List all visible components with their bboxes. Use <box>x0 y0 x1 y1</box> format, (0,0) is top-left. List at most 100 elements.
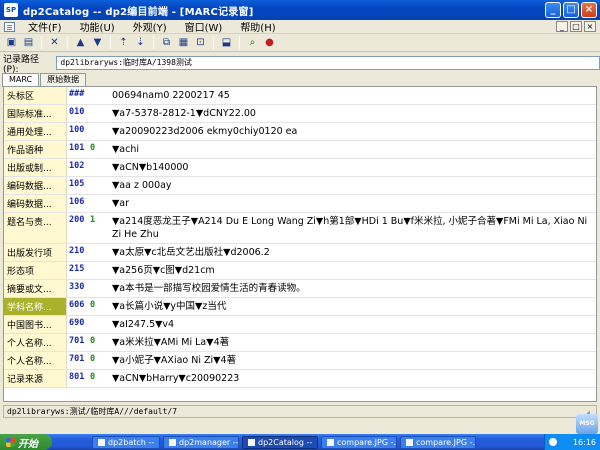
template-icon[interactable]: ▦ <box>176 36 191 50</box>
field-indicator[interactable] <box>89 195 108 212</box>
marc-field-row[interactable]: 头标区 ### 00694nam0 2200217 45 <box>4 87 596 105</box>
next-icon[interactable]: ▼ <box>90 36 105 50</box>
field-value[interactable]: ▼a20090223d2006 ekmy0chiy0120 ea <box>108 123 596 140</box>
field-value[interactable]: ▼a214度恶龙王子▼A214 Du E Long Wang Zi▼h第1部▼H… <box>108 213 596 243</box>
field-indicator[interactable]: 0 <box>89 352 108 369</box>
field-tag[interactable]: 701 <box>67 352 89 369</box>
minimize-button[interactable]: _ <box>545 2 561 18</box>
tray-status-icon[interactable] <box>549 438 557 446</box>
taskbar-item-dp2catalog[interactable]: dp2Catalog -- <box>242 435 318 449</box>
field-tag[interactable]: 330 <box>67 280 89 297</box>
field-indicator[interactable]: 0 <box>89 370 108 387</box>
field-indicator[interactable] <box>89 159 108 176</box>
field-tag[interactable]: 200 <box>67 213 89 243</box>
maximize-button[interactable]: □ <box>563 2 579 18</box>
marc-field-row[interactable]: 出版或制... 102 ▼aCN▼b140000 <box>4 159 596 177</box>
last-icon[interactable]: ⇣ <box>133 36 148 50</box>
field-tag[interactable]: 105 <box>67 177 89 194</box>
field-indicator[interactable]: 0 <box>89 334 108 351</box>
field-tag[interactable]: 801 <box>67 370 89 387</box>
msg-badge[interactable]: MSG <box>576 414 598 434</box>
menu-help[interactable]: 帮助(H) <box>231 19 284 34</box>
search-icon[interactable]: ⌕ <box>245 36 260 50</box>
field-indicator[interactable] <box>89 262 108 279</box>
field-indicator[interactable] <box>89 280 108 297</box>
marc-field-row[interactable]: 编码数据... 106 ▼ar <box>4 195 596 213</box>
field-indicator[interactable]: 0 <box>89 298 108 315</box>
marc-field-row-selected[interactable]: 学科名称... 606 0 ▼a长篇小说▼y中国▼z当代 <box>4 298 596 316</box>
marc-field-row[interactable]: 摘要或文... 330 ▼a本书是一部描写校园爱情生活的青春读物。 <box>4 280 596 298</box>
field-value[interactable]: ▼a本书是一部描写校园爱情生活的青春读物。 <box>108 280 596 297</box>
stop-icon[interactable]: ● <box>262 36 277 50</box>
field-indicator[interactable] <box>89 123 108 140</box>
menu-window[interactable]: 窗口(W) <box>176 19 232 34</box>
field-value[interactable]: ▼a长篇小说▼y中国▼z当代 <box>108 298 596 315</box>
mdi-restore-button[interactable]: □ <box>570 21 582 32</box>
field-value[interactable]: ▼a小妮子▼AXiao Ni Zi▼4著 <box>108 352 596 369</box>
field-value[interactable]: ▼a256页▼c图▼d21cm <box>108 262 596 279</box>
taskbar-item-dp2manager[interactable]: dp2manager -- <box>163 435 239 449</box>
save-to-icon[interactable]: ▤ <box>21 36 36 50</box>
marc-field-row[interactable]: 中国图书... 690 ▼aI247.5▼v4 <box>4 316 596 334</box>
field-value[interactable]: ▼a米米拉▼AMi Mi La▼4著 <box>108 334 596 351</box>
marc-field-row[interactable]: 记录来源 801 0 ▼aCN▼bHarry▼c20090223 <box>4 370 596 388</box>
field-indicator[interactable] <box>89 177 108 194</box>
field-tag[interactable]: 210 <box>67 244 89 261</box>
field-value[interactable]: ▼achi <box>108 141 596 158</box>
field-tag[interactable]: 701 <box>67 334 89 351</box>
record-path-input[interactable]: dp2libraryws:临时库A/1398测试 <box>56 56 600 70</box>
field-value[interactable]: ▼aI247.5▼v4 <box>108 316 596 333</box>
field-tag[interactable]: 010 <box>67 105 89 122</box>
field-tag[interactable]: 102 <box>67 159 89 176</box>
field-value[interactable]: ▼aa z 000ay <box>108 177 596 194</box>
field-tag[interactable]: 101 <box>67 141 89 158</box>
tab-raw-data[interactable]: 原始数据 <box>40 73 87 86</box>
taskbar-item-compare-2[interactable]: compare.JPG -... <box>400 435 476 449</box>
taskbar-item-dp2batch[interactable]: dp2batch -- <box>92 435 160 449</box>
marc-field-row[interactable]: 形态项 215 ▼a256页▼c图▼d21cm <box>4 262 596 280</box>
menu-appearance[interactable]: 外观(Y) <box>124 19 176 34</box>
marc-field-row[interactable]: 编码数据... 105 ▼aa z 000ay <box>4 177 596 195</box>
menu-file[interactable]: 文件(F) <box>19 19 71 34</box>
load-icon[interactable]: ⊡ <box>193 36 208 50</box>
field-indicator[interactable]: 0 <box>89 141 108 158</box>
field-tag[interactable]: 215 <box>67 262 89 279</box>
start-button[interactable]: 开始 <box>0 434 52 450</box>
field-indicator[interactable] <box>89 87 108 104</box>
close-button[interactable]: × <box>581 2 597 18</box>
field-indicator[interactable]: 1 <box>89 213 108 243</box>
delete-icon[interactable]: ✕ <box>47 36 62 50</box>
field-value[interactable]: ▼aCN▼bHarry▼c20090223 <box>108 370 596 387</box>
field-indicator[interactable] <box>89 105 108 122</box>
taskbar-item-compare-1[interactable]: compare.JPG -... <box>321 435 397 449</box>
marc-field-row[interactable]: 个人名称... 701 0 ▼a小妮子▼AXiao Ni Zi▼4著 <box>4 352 596 370</box>
marc-field-row[interactable]: 出版发行项 210 ▼a太原▼c北岳文艺出版社▼d2006.2 <box>4 244 596 262</box>
first-icon[interactable]: ⇡ <box>116 36 131 50</box>
save-icon[interactable]: ▣ <box>4 36 19 50</box>
copy-icon[interactable]: ⧉ <box>159 36 174 50</box>
field-tag[interactable]: ### <box>67 87 89 104</box>
mdi-minimize-button[interactable]: _ <box>556 21 568 32</box>
marc-field-row[interactable]: 国际标准... 010 ▼a7-5378-2812-1▼dCNY22.00 <box>4 105 596 123</box>
field-value[interactable]: ▼a太原▼c北岳文艺出版社▼d2006.2 <box>108 244 596 261</box>
field-tag[interactable]: 106 <box>67 195 89 212</box>
marc-field-row[interactable]: 通用处理... 100 ▼a20090223d2006 ekmy0chiy012… <box>4 123 596 141</box>
field-value[interactable]: ▼aCN▼b140000 <box>108 159 596 176</box>
field-value[interactable]: ▼ar <box>108 195 596 212</box>
field-value[interactable]: ▼a7-5378-2812-1▼dCNY22.00 <box>108 105 596 122</box>
document-icon[interactable] <box>4 21 15 32</box>
export-icon[interactable]: ⬓ <box>219 36 234 50</box>
field-indicator[interactable] <box>89 244 108 261</box>
marc-editor[interactable]: 头标区 ### 00694nam0 2200217 45 国际标准... 010… <box>3 86 597 402</box>
field-tag[interactable]: 100 <box>67 123 89 140</box>
menu-function[interactable]: 功能(U) <box>71 19 124 34</box>
field-value[interactable]: 00694nam0 2200217 45 <box>108 87 596 104</box>
tab-marc[interactable]: MARC <box>2 73 40 87</box>
marc-field-row[interactable]: 题名与责... 200 1 ▼a214度恶龙王子▼A214 Du E Long … <box>4 213 596 244</box>
field-tag[interactable]: 690 <box>67 316 89 333</box>
field-indicator[interactable] <box>89 316 108 333</box>
field-tag[interactable]: 606 <box>67 298 89 315</box>
marc-field-row[interactable]: 作品语种 101 0 ▼achi <box>4 141 596 159</box>
marc-field-row[interactable]: 个人名称... 701 0 ▼a米米拉▼AMi Mi La▼4著 <box>4 334 596 352</box>
prev-icon[interactable]: ▲ <box>73 36 88 50</box>
